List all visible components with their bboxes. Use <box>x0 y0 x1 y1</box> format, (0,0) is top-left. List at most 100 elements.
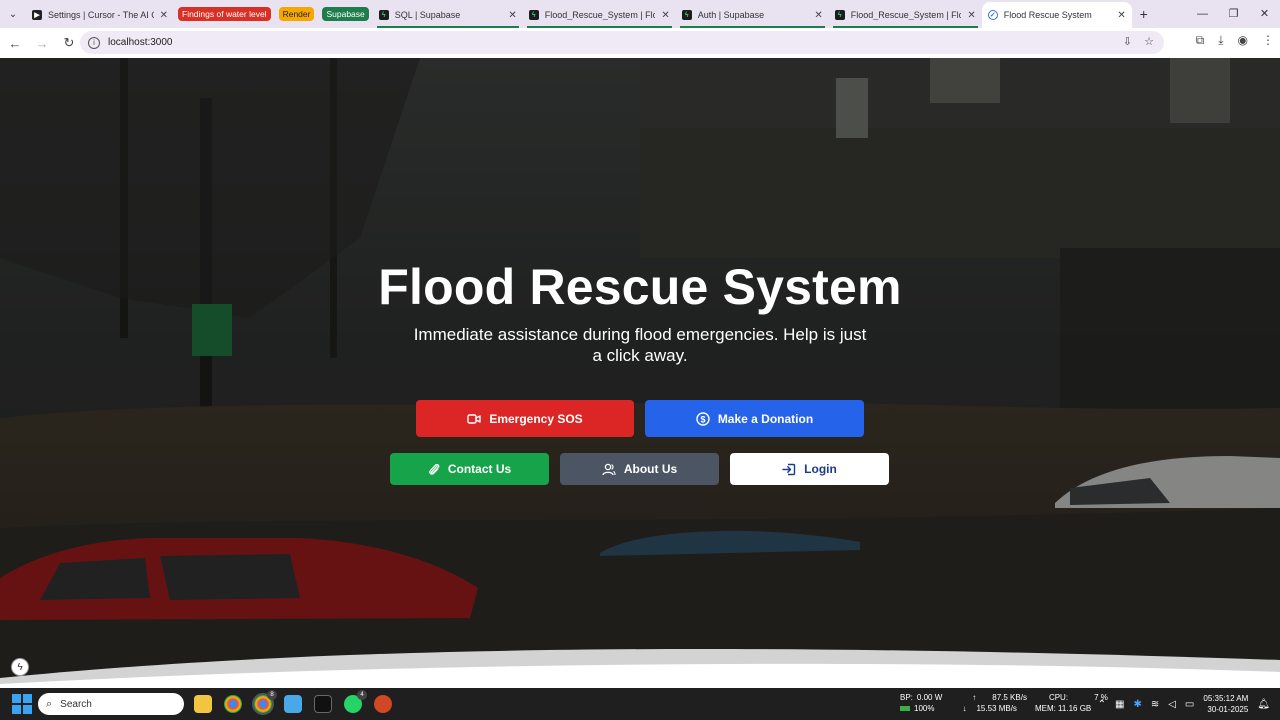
cursor-app-icon[interactable] <box>314 695 332 713</box>
close-icon[interactable]: ✕ <box>160 10 168 21</box>
download-arrow-icon: ↓ <box>962 704 967 713</box>
tab-title: SQL | Supabase <box>394 10 461 20</box>
new-tab-icon[interactable]: + <box>1132 6 1156 22</box>
svg-text:$: $ <box>700 414 705 424</box>
search-icon: ⌕ <box>46 697 53 710</box>
make-donation-button[interactable]: $ Make a Donation <box>645 400 864 437</box>
tab-flood-rescue-active[interactable]: ✓ Flood Rescue System ✕ <box>981 2 1132 28</box>
search-placeholder: Search <box>60 698 92 710</box>
reload-icon[interactable]: ↻ <box>57 35 81 51</box>
address-bar[interactable]: i localhost:3000 ⇩ ☆ <box>80 31 1164 54</box>
clock-date: 30-01-2025 <box>1207 705 1249 714</box>
tab-title: Settings | Cursor - The AI Code <box>48 10 154 20</box>
chrome-badge: 8 <box>267 690 277 700</box>
close-icon[interactable]: ✕ <box>814 10 822 21</box>
cursor-icon: ▶ <box>32 10 42 20</box>
menu-icon[interactable]: ⋮ <box>1262 33 1274 48</box>
install-app-icon[interactable]: ⇩ <box>1123 35 1132 48</box>
chrome-icon[interactable] <box>224 695 242 713</box>
tab-group-chip-supabase[interactable]: Supabase <box>322 7 369 21</box>
forward-icon[interactable]: → <box>30 36 54 51</box>
chrome-active-icon[interactable]: 8 <box>252 690 277 715</box>
extensions-icon[interactable]: ⧉ <box>1196 33 1205 48</box>
wifi-icon[interactable]: ≋ <box>1151 699 1159 710</box>
page-title: Flood Rescue System <box>378 259 902 315</box>
restore-icon[interactable]: ❐ <box>1218 0 1249 28</box>
whatsapp-badge: 4 <box>357 690 367 700</box>
profile-icon[interactable]: ◉ <box>1238 33 1248 48</box>
supabase-icon: ϟ <box>681 10 692 20</box>
bookmark-star-icon[interactable]: ☆ <box>1144 35 1154 48</box>
close-icon[interactable]: ✕ <box>508 10 516 21</box>
tab-search-icon[interactable]: ⌄ <box>0 0 26 28</box>
notification-bell-icon[interactable]: 🔔︎ <box>1257 699 1270 710</box>
about-us-button[interactable]: About Us <box>560 453 719 485</box>
bp-label: BP: <box>900 693 913 702</box>
system-stats: BP: 0.00 W ↑ 87.5 KB/s CPU: 7 % 100% ↓ 1… <box>900 692 1108 714</box>
battery-tray-icon[interactable]: ▭ <box>1185 699 1194 710</box>
chevron-up-icon[interactable]: ⌃ <box>1098 699 1106 710</box>
notepad-icon[interactable] <box>284 695 302 713</box>
login-label: Login <box>804 462 837 476</box>
emergency-sos-label: Emergency SOS <box>489 411 583 426</box>
video-camera-icon <box>467 413 482 424</box>
log-in-icon <box>782 463 796 475</box>
wave-divider <box>0 648 1280 688</box>
tab-title: Flood_Rescue_System | Flood <box>850 10 962 20</box>
hero-section: Flood Rescue System Immediate assistance… <box>0 58 1280 688</box>
about-us-label: About Us <box>623 462 678 476</box>
close-icon[interactable]: ✕ <box>967 10 975 21</box>
browser-tabstrip: ⌄ ▶ Settings | Cursor - The AI Code ✕ Fi… <box>0 0 1280 28</box>
tab-flood-rescue-2[interactable]: ϟ Flood_Rescue_System | Flood ✕ <box>829 2 982 28</box>
tab-title: Auth | Supabase <box>697 10 765 20</box>
system-tray: ⌃ ▦ ✱ ≋ ◁ ▭ 05:35:12 AM 30-01-2025 🔔︎ <box>1098 688 1270 720</box>
downloads-icon[interactable]: ⤓ <box>1218 33 1223 48</box>
upload-rate: 87.5 KB/s <box>992 693 1027 702</box>
hero-content: Flood Rescue System Immediate assistance… <box>0 58 1280 688</box>
emergency-sos-button[interactable]: Emergency SOS <box>416 400 634 437</box>
users-icon <box>602 463 616 475</box>
clock[interactable]: 05:35:12 AM 30-01-2025 <box>1203 693 1248 715</box>
bluetooth-icon[interactable]: ✱ <box>1133 699 1141 710</box>
battery-level: 100% <box>914 704 935 713</box>
close-icon[interactable]: ✕ <box>1117 10 1125 21</box>
app-tray-icon[interactable]: ▦ <box>1115 699 1124 710</box>
dev-tools-icon[interactable]: ϟ <box>11 658 29 676</box>
file-explorer-icon[interactable] <box>194 695 212 713</box>
contact-us-label: Contact Us <box>447 462 512 476</box>
paperclip-icon <box>429 463 440 475</box>
cpu-label: CPU: <box>1048 693 1069 702</box>
minimize-icon[interactable]: — <box>1187 0 1218 28</box>
back-icon[interactable]: ← <box>3 36 27 51</box>
tab-title: Flood Rescue System <box>1003 10 1092 20</box>
whatsapp-icon[interactable]: 4 <box>344 690 367 713</box>
close-icon[interactable]: ✕ <box>661 10 669 21</box>
tab-settings-cursor[interactable]: ▶ Settings | Cursor - The AI Code ✕ <box>26 2 174 28</box>
upload-arrow-icon: ↑ <box>972 693 977 702</box>
memory-usage: MEM: 11.16 GB <box>1034 704 1092 713</box>
tab-group-chip-findings[interactable]: Findings of water level <box>178 7 271 21</box>
browser-toolbar: ← → ↻ i localhost:3000 ⇩ ☆ ⧉ ⤓ ◉ ⋮ <box>0 28 1280 58</box>
make-donation-label: Make a Donation <box>717 411 814 426</box>
login-button[interactable]: Login <box>730 453 889 485</box>
powerpoint-icon[interactable] <box>374 695 392 713</box>
windows-start-icon[interactable] <box>12 694 32 714</box>
tab-auth-supabase[interactable]: ϟ Auth | Supabase ✕ <box>676 2 829 28</box>
close-window-icon[interactable]: ✕ <box>1249 0 1280 28</box>
download-rate: 15.53 MB/s <box>976 704 1017 713</box>
tab-group-chip-render[interactable]: Render <box>278 7 315 21</box>
hero-subtitle: Immediate assistance during flood emerge… <box>413 325 867 365</box>
window-controls: — ❐ ✕ <box>1187 0 1280 28</box>
clock-time: 05:35:12 AM <box>1203 694 1249 703</box>
url-text: localhost:3000 <box>108 37 173 48</box>
supabase-icon: ϟ <box>528 10 539 20</box>
contact-us-button[interactable]: Contact Us <box>390 453 549 485</box>
globe-icon: ✓ <box>987 10 998 20</box>
supabase-icon: ϟ <box>834 10 845 20</box>
tab-flood-rescue-1[interactable]: ϟ Flood_Rescue_System | Flood ✕ <box>523 2 676 28</box>
tab-sql-supabase[interactable]: ϟ SQL | Supabase ✕ <box>373 2 523 28</box>
dollar-circle-icon: $ <box>696 411 710 426</box>
taskbar-search[interactable]: ⌕ Search <box>38 693 184 715</box>
volume-icon[interactable]: ◁ <box>1168 699 1176 710</box>
site-info-icon[interactable]: i <box>88 36 100 49</box>
